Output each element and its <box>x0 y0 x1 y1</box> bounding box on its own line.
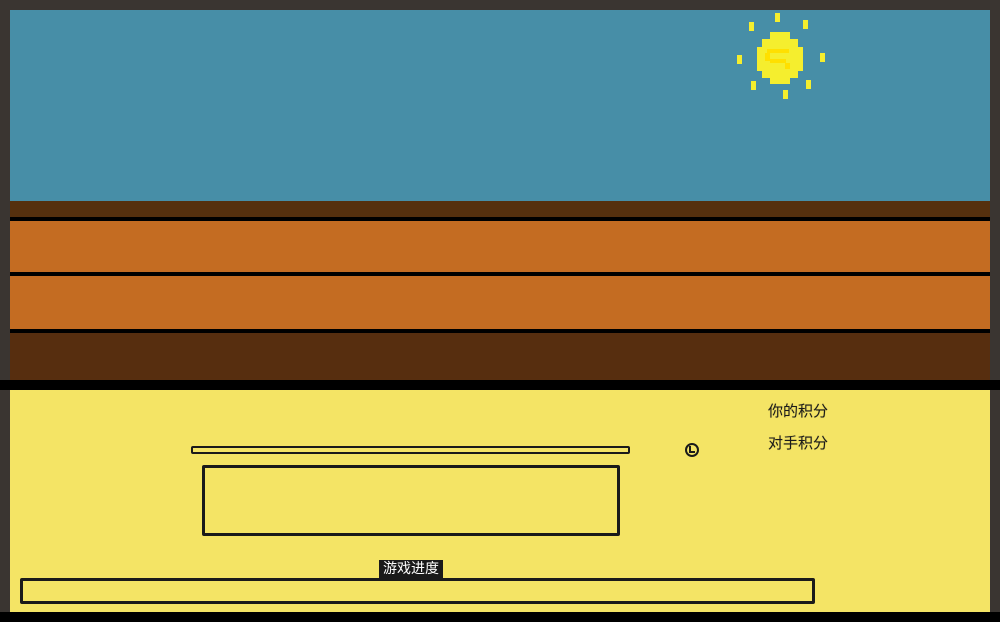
race-lane-1 <box>10 221 990 272</box>
game-progress-label: 游戏进度 <box>379 560 443 579</box>
timer-bar <box>191 446 630 454</box>
sun-icon <box>737 13 829 101</box>
scene-panel-divider <box>0 380 1000 390</box>
ground-bottom-band <box>10 333 990 380</box>
opponent-score-label: 对手积分 <box>768 434 829 452</box>
control-panel: 你的积分 对手积分 游戏进度 <box>10 390 990 612</box>
answer-input-box[interactable] <box>202 465 620 536</box>
your-score-label: 你的积分 <box>768 402 829 420</box>
game-progress-bar <box>20 578 815 604</box>
race-lane-2 <box>10 276 990 329</box>
game-window: 你的积分 对手积分 游戏进度 <box>0 0 1000 622</box>
clock-icon <box>684 442 700 458</box>
window-bottom-frame <box>0 612 1000 622</box>
ground-top-band <box>10 201 990 217</box>
game-scene <box>10 10 990 380</box>
sky <box>10 10 990 201</box>
